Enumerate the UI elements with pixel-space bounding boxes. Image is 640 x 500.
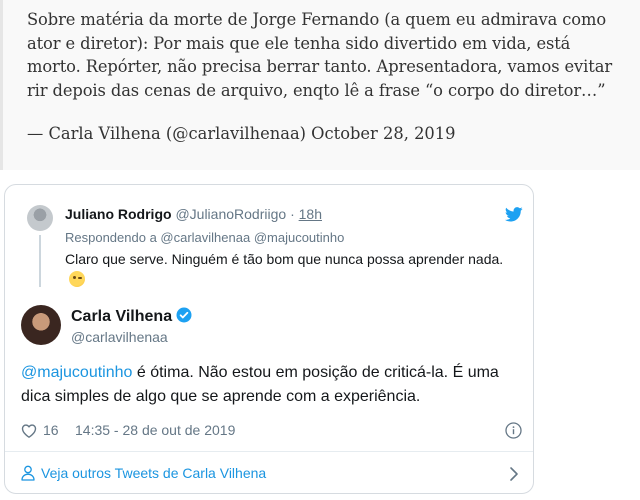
reply-time[interactable]: 18h xyxy=(299,206,322,222)
reply-author-name[interactable]: Juliano Rodrigo xyxy=(65,206,172,222)
author-name-row[interactable]: Carla Vilhena xyxy=(71,307,192,327)
quote-text: Sobre matéria da morte de Jorge Fernando… xyxy=(27,10,612,100)
reply-author-handle[interactable]: @JulianoRodriigo xyxy=(175,206,286,222)
mention-link[interactable]: @majucoutinho xyxy=(21,364,132,381)
info-icon[interactable] xyxy=(505,422,522,439)
person-icon xyxy=(21,465,35,481)
verified-badge-icon xyxy=(176,307,192,323)
heart-icon[interactable] xyxy=(21,423,37,439)
author-avatar[interactable] xyxy=(21,305,61,345)
author-name[interactable]: Carla Vilhena xyxy=(71,308,172,325)
thread-line xyxy=(39,235,41,287)
card-divider xyxy=(5,451,533,452)
reply-separator: · xyxy=(290,206,295,222)
tweet-embed-card[interactable]: Juliano Rodrigo @JulianoRodriigo · 18h R… xyxy=(4,184,534,494)
tweet-text: @majucoutinho é ótima. Não estou em posi… xyxy=(21,361,521,409)
like-count[interactable]: 16 xyxy=(43,422,59,438)
more-tweets-link[interactable]: Veja outros Tweets de Carla Vilhena xyxy=(21,463,521,485)
reply-context: Juliano Rodrigo @JulianoRodriigo · 18h R… xyxy=(5,185,533,295)
tweet-meta-row: 16 14:35 - 28 de out de 2019 xyxy=(21,421,522,441)
twitter-bird-icon[interactable] xyxy=(505,207,523,222)
more-tweets-label[interactable]: Veja outros Tweets de Carla Vilhena xyxy=(41,465,266,481)
winking-face-emoji-icon xyxy=(69,271,85,287)
quoted-tweet-blockquote: Sobre matéria da morte de Jorge Fernando… xyxy=(0,0,640,170)
replying-to-line[interactable]: Respondendo a @carlavilhenaa @majucoutin… xyxy=(65,229,344,246)
tweet-timestamp[interactable]: 14:35 - 28 de out de 2019 xyxy=(75,422,235,438)
reply-text: Claro que serve. Ninguém é tão bom que n… xyxy=(65,249,505,289)
author-handle[interactable]: @carlavilhenaa xyxy=(71,328,168,346)
reply-text-body: Claro que serve. Ninguém é tão bom que n… xyxy=(65,251,504,267)
chevron-right-icon[interactable] xyxy=(509,466,519,482)
reply-header: Juliano Rodrigo @JulianoRodriigo · 18h xyxy=(65,205,322,223)
reply-avatar[interactable] xyxy=(27,205,53,231)
quote-attribution[interactable]: — Carla Vilhena (@carlavilhenaa) October… xyxy=(27,122,617,145)
